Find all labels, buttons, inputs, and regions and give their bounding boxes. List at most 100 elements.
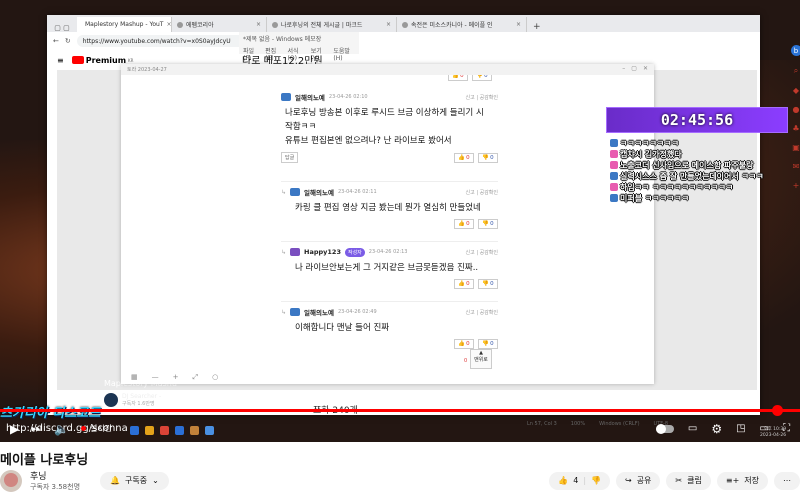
player-controls: ▶ ⏭ 🔈 실시간 ▭ ⚙ ◳ ▭ ⛶ [0,415,800,442]
comment-nick: 일해의노예 [304,187,334,197]
tab-label: 속전은 미소스카니아 - 메이플 인 [411,20,493,29]
top-count: 0 [464,358,467,364]
comment-text: 나로후닝 방송본 이후로 루시드 브금 이상하게 들리기 시 작함ㅋㅋ 유튜브 … [281,106,498,148]
comment-text: 이해합니다 맨날 들어 진짜 [281,321,498,335]
progress-bar[interactable] [0,409,800,412]
comment-nick: Happy123 [304,248,341,256]
share-icon: ↪ [625,476,632,485]
report-link: 신고 | 공감확인 [466,309,498,316]
channel-row: 후닝 구독자 3.58천명 🔔 구독중 ⌄ 👍 4 | 👎 ↪ 공유 ✂ 클립 … [0,470,800,491]
back-icon: ← [53,37,59,45]
save-button[interactable]: ≡+ 저장 [717,472,768,490]
video-player[interactable]: ▢ ▢ Maplestory Mashup - YouT × 에펨코리아 × 나… [0,0,800,442]
notepad-window: *제목 없음 - Windows 메모장 파일(F) 편집(E) 서식(O) 보… [239,32,359,54]
reply-button: 답글 [281,152,298,163]
more-button[interactable]: ⋯ [774,472,800,490]
plus-icon: + [173,373,179,382]
settings-icon[interactable]: ⚙ [711,422,722,436]
more-icon: ⋯ [783,476,791,485]
youtube-icon [72,56,84,64]
add-icon: + [793,181,800,190]
tab-label: 나로후닝의 전체 게시글 | 마크드 [281,20,362,29]
stream-timer: 02:45:56 [606,107,788,133]
chat-badge-icon [610,172,618,180]
new-tab-icon: + [527,22,547,32]
chat-badge-icon [610,194,618,202]
chat-badge-icon [610,150,618,158]
subscribe-button[interactable]: 🔔 구독중 ⌄ [100,472,169,490]
user-avatar-icon [290,248,300,256]
chat-message: 하임ㅋㅋ ㅋㅋㅋㅋㅋㅋㅋㅋㅋㅋㅋ [610,182,790,193]
chat-message: 미퍼블 ㅋㅋㅋㅋㅋㅋ [610,193,790,204]
comment-item: ↳ 일해의노예 23-04-26 02:49 신고 | 공감확인 이해합니다 맨… [281,306,498,349]
grid-icon: ▦ [131,373,138,382]
comment-window: 토라 2023-04-27 – ▢ ✕ 👍0 👎0 일해의노예 23-04-26… [121,64,654,384]
upvote-button: 👍0 [454,219,474,229]
scissors-icon: ✂ [675,476,682,485]
report-link: 신고 | 공감확인 [466,249,498,256]
bell-icon: 🔔 [110,476,120,485]
browser-tab-youtube: Maplestory Mashup - YouT × [77,17,172,32]
upvote-button: 👍0 [454,153,474,163]
search-icon: ⌕ [794,66,798,76]
tab-actions: ▢ ▢ [47,24,77,32]
comment-date: 23-04-26 02:49 [338,309,377,315]
next-icon[interactable]: ⏭ [31,421,42,436]
upvote-button: 👍0 [448,75,468,81]
window-controls: – ▢ ✕ [622,65,648,72]
site-icon [272,22,278,28]
downvote-button: 👎0 [478,153,498,163]
upvote-button: 👍0 [454,279,474,289]
chat-badge-icon [610,161,618,169]
inner-channel: DJ Searcher - 구독자 1.6만명 [104,393,161,407]
chevron-down-icon: ⌄ [152,476,159,485]
downvote-button: 👎0 [472,75,492,81]
like-button[interactable]: 👍 4 | 👎 [549,472,610,490]
divider [281,241,498,242]
subtitles-icon[interactable]: ▭ [688,423,697,434]
browser-tab-fmkorea: 에펨코리아 × [172,17,267,32]
close-icon: × [256,21,261,28]
clip-button[interactable]: ✂ 클립 [666,472,710,490]
play-icon[interactable]: ▶ [10,422,19,436]
maximize-icon: ▢ [631,65,637,72]
channel-name[interactable]: 후닝 [30,469,100,482]
chat-badge-icon [610,139,618,147]
user-avatar-icon [290,308,300,316]
fullscreen-icon[interactable]: ⛶ [783,423,790,434]
refresh-icon: ○ [212,373,218,382]
thumbs-down-icon[interactable]: 👎 [591,476,601,485]
comment-nick: 일해의노예 [304,307,334,317]
channel-avatar [104,393,118,407]
browser-tab-posts: 나로후닝의 전체 게시글 | 마크드 × [267,17,397,32]
close-icon: × [386,21,391,28]
site-icon [177,22,183,28]
tab-label: Maplestory Mashup - YouT [85,21,163,28]
minus-icon: — [152,373,159,382]
game-icon: ♣ [792,124,799,133]
close-icon: × [166,21,171,28]
action-buttons: 👍 4 | 👎 ↪ 공유 ✂ 클립 ≡+ 저장 ⋯ [549,472,800,490]
channel-avatar[interactable] [0,470,22,492]
url-field: https://www.youtube.com/watch?v=x0S0ayJd… [77,35,257,47]
site-icon [402,22,408,28]
chat-message: 노출코더 신사임으로 메이스함 파주불랑 [610,160,790,171]
theater-icon[interactable]: ▭ [760,423,769,434]
live-chat-overlay: ㅋㅋㅋㅋㅋㅋㅋㅋ 캡챠시 김가정했다 노출코더 신사임으로 메이스함 파주불랑 … [610,138,790,204]
autoplay-toggle[interactable] [656,425,674,433]
live-indicator[interactable]: 실시간 [81,423,112,434]
volume-icon[interactable]: 🔈 [54,422,69,436]
comment-votes: 👍0 👎0 [448,75,492,81]
reload-icon: ↻ [65,37,71,45]
comment-date: 23-04-26 02:13 [369,249,408,255]
chat-message: ㅋㅋㅋㅋㅋㅋㅋㅋ [610,138,790,149]
reply-arrow-icon: ↳ [281,189,286,196]
close-icon: × [516,21,521,28]
address-bar: ← ↻ https://www.youtube.com/watch?v=x0S0… [47,32,760,50]
reply-arrow-icon: ↳ [281,249,286,256]
person-icon: ● [793,105,800,114]
share-button[interactable]: ↪ 공유 [616,472,660,490]
divider: | [583,476,586,485]
channel-info: 후닝 구독자 3.58천명 [30,469,100,492]
miniplayer-icon[interactable]: ◳ [736,423,745,434]
